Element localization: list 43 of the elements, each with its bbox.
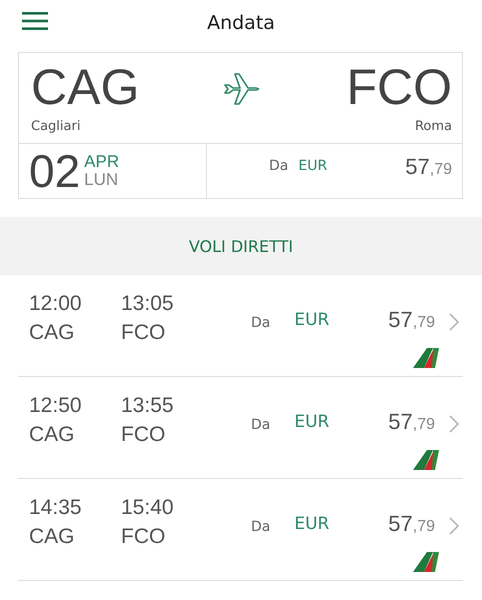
airline-logo-icon [413, 348, 439, 368]
currency-label: EUR [294, 310, 330, 330]
departure-airport: CAG [29, 320, 76, 346]
city-name: Roma [414, 119, 452, 134]
chevron-icon [449, 415, 459, 433]
from-label: Da [251, 315, 270, 331]
arrival-airport: FCO [121, 524, 166, 550]
departure-time: 14:35 [29, 495, 83, 521]
arrival-time: 13:55 [121, 393, 175, 419]
arrival-time: 15:40 [121, 495, 175, 521]
flight-row[interactable]: 12:00 CAG 13:05 FCO Da EUR 57,79 [18, 275, 463, 377]
flight-row[interactable]: 12:50 CAG 13:55 FCO Da EUR 57,79 [18, 377, 463, 479]
airport-code: CAG [31, 59, 140, 115]
menu-icon[interactable] [22, 11, 48, 31]
screen-title: Andata [207, 12, 275, 34]
chevron-icon [449, 517, 459, 535]
airline-logo-icon [413, 450, 439, 470]
price-text: 57,79 [405, 154, 452, 180]
departure-airport: CAG [29, 422, 76, 448]
currency-label: EUR [294, 412, 330, 432]
departure-time: 12:50 [29, 393, 83, 419]
chevron-icon [449, 313, 459, 331]
date-month: APR [84, 153, 120, 171]
flight-row[interactable]: 14:35 CAG 15:40 FCO Da EUR 57,79 [18, 479, 463, 581]
from-label: Da [251, 519, 270, 535]
currency-label: EUR [298, 158, 328, 174]
city-name: Cagliari [31, 119, 82, 134]
from-label: Da [251, 417, 270, 433]
date-day: 02 [29, 144, 80, 198]
arrival-airport: FCO [121, 422, 166, 448]
date-weekday: LUN [84, 171, 120, 189]
price-text: 57,79 [388, 307, 435, 333]
currency-label: EUR [294, 514, 330, 534]
airport-code: FCO [346, 59, 452, 115]
price-text: 57,79 [388, 511, 435, 537]
arrival-airport: FCO [121, 320, 166, 346]
from-label: Da [269, 158, 288, 174]
section-title: VOLI DIRETTI [188, 236, 294, 256]
arrival-time: 13:05 [121, 291, 175, 317]
departure-time: 12:00 [29, 291, 83, 317]
departure-airport: CAG [29, 524, 76, 550]
price-text: 57,79 [388, 409, 435, 435]
airline-logo-icon [413, 552, 439, 572]
